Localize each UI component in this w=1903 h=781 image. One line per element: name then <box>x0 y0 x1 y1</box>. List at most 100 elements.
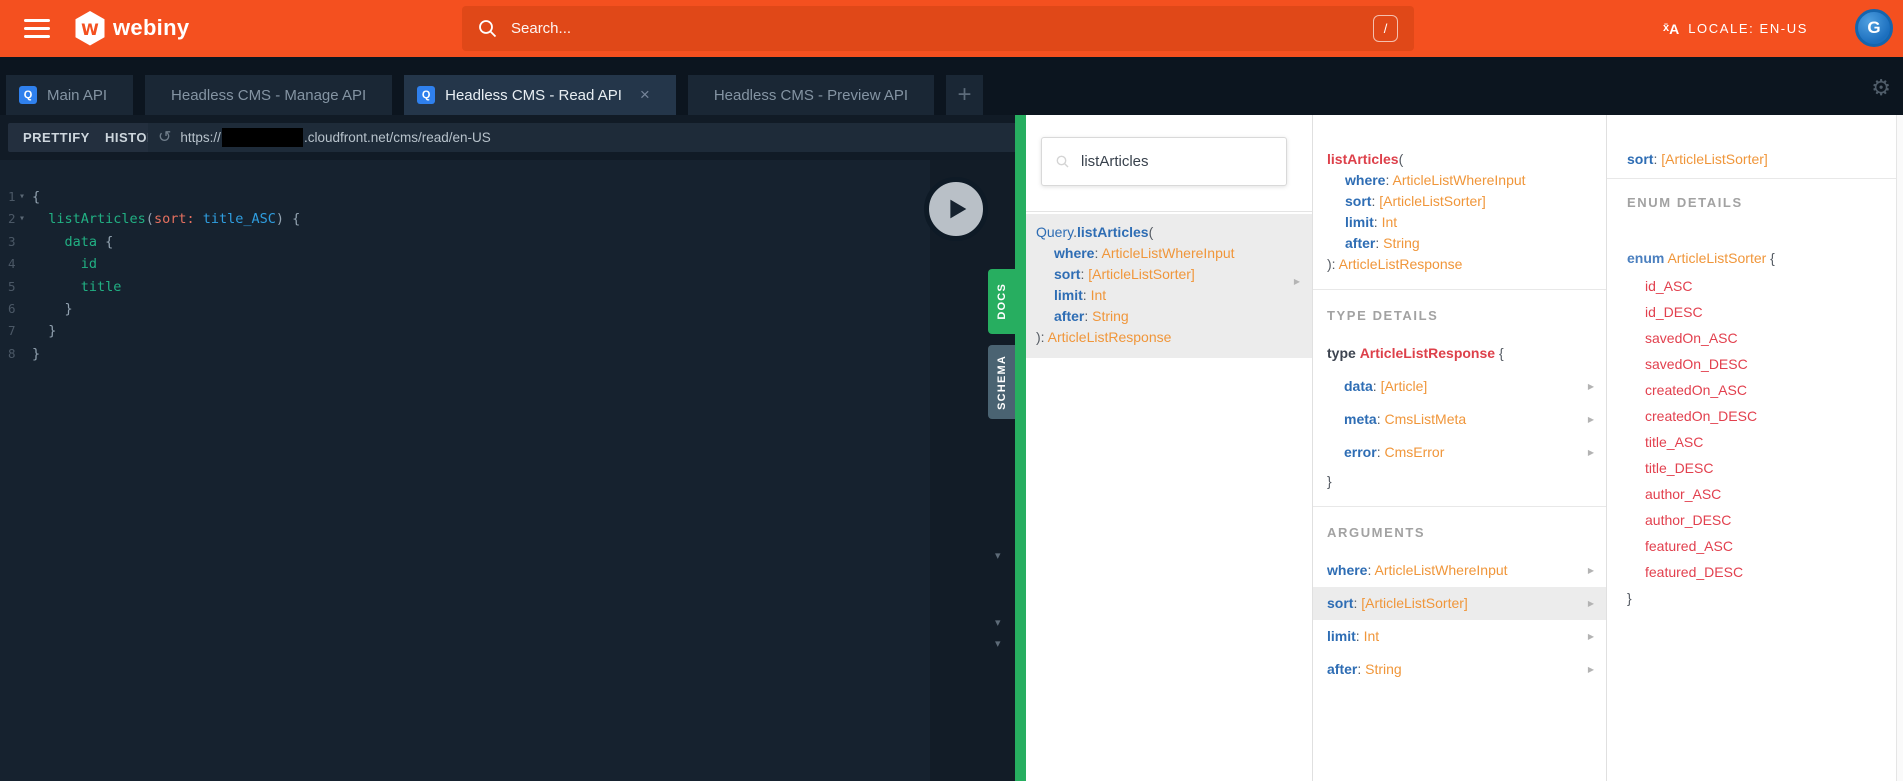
token: : <box>1356 628 1364 644</box>
docs-column-enum: sort: [ArticleListSorter] ENUM DETAILS e… <box>1607 115 1896 781</box>
docs-pane-resizer[interactable] <box>1015 110 1026 781</box>
type-details-block: type ArticleListResponse { data: [Article… <box>1313 343 1606 507</box>
expand-arrow-icon[interactable]: ▶ <box>1588 560 1594 581</box>
token: } <box>32 301 73 317</box>
graphiql-left-pane: PRETTIFY HISTORY ↺ https://.cloudfront.n… <box>0 115 1015 781</box>
query-editor[interactable]: 1▾{2▾ listArticles(sort: title_ASC) {3 d… <box>0 160 1015 781</box>
token: CmsListMeta <box>1384 411 1466 427</box>
token: : <box>1084 308 1092 324</box>
doc-line-text: createdOn_ASC <box>1645 382 1747 398</box>
line-number: 7 <box>0 320 14 342</box>
expand-arrow-icon[interactable]: ▶ <box>1588 376 1594 397</box>
global-search-bar[interactable]: / <box>462 6 1414 51</box>
line-number: 2 <box>0 208 14 230</box>
token: CmsError <box>1384 444 1444 460</box>
fold-arrow-icon[interactable]: ▾ <box>14 208 30 230</box>
docs-column-search: Query.listArticles(where: ArticleListWhe… <box>1026 115 1313 781</box>
fold-arrow-icon[interactable]: ▾ <box>14 186 30 208</box>
tab-main-api[interactable]: QMain API <box>6 75 133 115</box>
argument-rows: where: ArticleListWhereInput▶sort: [Arti… <box>1313 554 1606 686</box>
token: featured_DESC <box>1645 564 1743 580</box>
code-line: 4 id <box>0 253 1015 275</box>
token: : <box>1357 661 1365 677</box>
docs-column-field: listArticles(where: ArticleListWhereInpu… <box>1313 115 1607 781</box>
svg-text:W: W <box>81 20 99 39</box>
reload-icon[interactable]: ↺ <box>158 130 171 146</box>
code-line: 2▾ listArticles(sort: title_ASC) { <box>0 208 1015 230</box>
expand-arrow-icon[interactable]: ▶ <box>1588 626 1594 647</box>
doc-line-text: type ArticleListResponse { <box>1327 345 1504 361</box>
doc-row[interactable]: error: CmsError▶ <box>1313 436 1606 469</box>
line-number: 3 <box>0 231 14 253</box>
api-url-bar[interactable]: ↺ https://.cloudfront.net/cms/read/en-US <box>148 123 1015 152</box>
token: listArticles <box>1077 224 1149 240</box>
new-tab-button[interactable]: + <box>946 75 983 115</box>
line-number: 1 <box>0 186 14 208</box>
expand-arrow-icon[interactable]: ▶ <box>1588 593 1594 614</box>
expand-arrow-icon[interactable]: ▶ <box>1588 659 1594 680</box>
docs-side-tab[interactable]: DOCS <box>988 269 1015 334</box>
docs-scrollbar[interactable] <box>1896 115 1903 781</box>
search-icon <box>478 19 497 38</box>
doc-line: sort: [ArticleListSorter] <box>1627 149 1896 170</box>
schema-side-tab[interactable]: SCHEMA <box>988 345 1015 419</box>
execute-query-button[interactable] <box>924 177 988 241</box>
token: savedOn_ASC <box>1645 330 1738 346</box>
token: [Article] <box>1381 378 1428 394</box>
token: type <box>1327 345 1356 361</box>
doc-line: id_DESC <box>1627 299 1896 325</box>
token: { <box>1495 345 1504 361</box>
doc-line: sort: [ArticleListSorter] <box>1327 191 1606 212</box>
locale-switcher[interactable]: x̄A LOCALE: EN-US <box>1663 0 1808 57</box>
fold-spacer <box>14 231 30 253</box>
tab-close-icon[interactable]: × <box>640 85 650 105</box>
token: savedOn_DESC <box>1645 356 1748 372</box>
hamburger-menu-icon[interactable] <box>24 19 50 38</box>
search-input[interactable] <box>511 20 1373 37</box>
code-line: 8} <box>0 343 1015 365</box>
code-text: } <box>32 343 40 365</box>
docs-search-result-selected[interactable]: Query.listArticles(where: ArticleListWhe… <box>1026 214 1312 358</box>
play-icon <box>941 194 971 224</box>
tab-headless-cms-preview-api[interactable]: Headless CMS - Preview API <box>688 75 934 115</box>
tab-headless-cms-read-api[interactable]: QHeadless CMS - Read API× <box>404 75 676 115</box>
doc-line: } <box>1313 471 1606 492</box>
token: Int <box>1382 214 1398 230</box>
doc-row[interactable]: data: [Article] ▶ <box>1313 370 1606 403</box>
docs-search-box[interactable] <box>1041 137 1287 186</box>
expand-arrow-icon[interactable]: ▶ <box>1588 442 1594 463</box>
doc-row[interactable]: where: ArticleListWhereInput▶ <box>1313 554 1606 587</box>
token: : <box>1373 378 1381 394</box>
doc-line-text: data: [Article] <box>1344 376 1427 397</box>
doc-line-text: createdOn_DESC <box>1645 408 1757 424</box>
docs-search-input[interactable] <box>1081 153 1251 170</box>
url-prefix: https:// <box>180 130 221 145</box>
token: featured_ASC <box>1645 538 1733 554</box>
doc-row[interactable]: sort: [ArticleListSorter]▶ <box>1313 587 1606 620</box>
token: ): <box>1327 256 1339 272</box>
doc-line-text: where: ArticleListWhereInput <box>1345 172 1526 188</box>
doc-row[interactable]: meta: CmsListMeta▶ <box>1313 403 1606 436</box>
query-type-badge: Q <box>417 86 435 104</box>
expand-arrow-icon[interactable]: ▶ <box>1294 277 1300 286</box>
token: limit <box>1327 628 1356 644</box>
token: id_DESC <box>1645 304 1703 320</box>
doc-row[interactable]: limit: Int▶ <box>1313 620 1606 653</box>
token: } <box>1327 473 1332 489</box>
doc-row[interactable]: after: String▶ <box>1313 653 1606 686</box>
settings-gear-icon[interactable]: ⚙ <box>1871 77 1891 99</box>
user-avatar[interactable]: G <box>1855 9 1893 47</box>
token: [ArticleListSorter] <box>1379 193 1486 209</box>
doc-line: createdOn_DESC <box>1627 403 1896 429</box>
token: [ArticleListSorter] <box>1661 151 1768 167</box>
tab-headless-cms-manage-api[interactable]: Headless CMS - Manage API <box>145 75 392 115</box>
doc-line-text: sort: [ArticleListSorter] <box>1054 266 1195 282</box>
doc-line-text: title_ASC <box>1645 434 1703 450</box>
code-line: 3 data { <box>0 231 1015 253</box>
token: : <box>1374 214 1382 230</box>
doc-line: title_ASC <box>1627 429 1896 455</box>
api-tabs: QMain APIHeadless CMS - Manage APIQHeadl… <box>6 75 983 115</box>
expand-arrow-icon[interactable]: ▶ <box>1588 409 1594 430</box>
docs-search-icon <box>1056 155 1069 168</box>
editor-toolbar: PRETTIFY HISTORY ↺ https://.cloudfront.n… <box>0 115 1015 160</box>
